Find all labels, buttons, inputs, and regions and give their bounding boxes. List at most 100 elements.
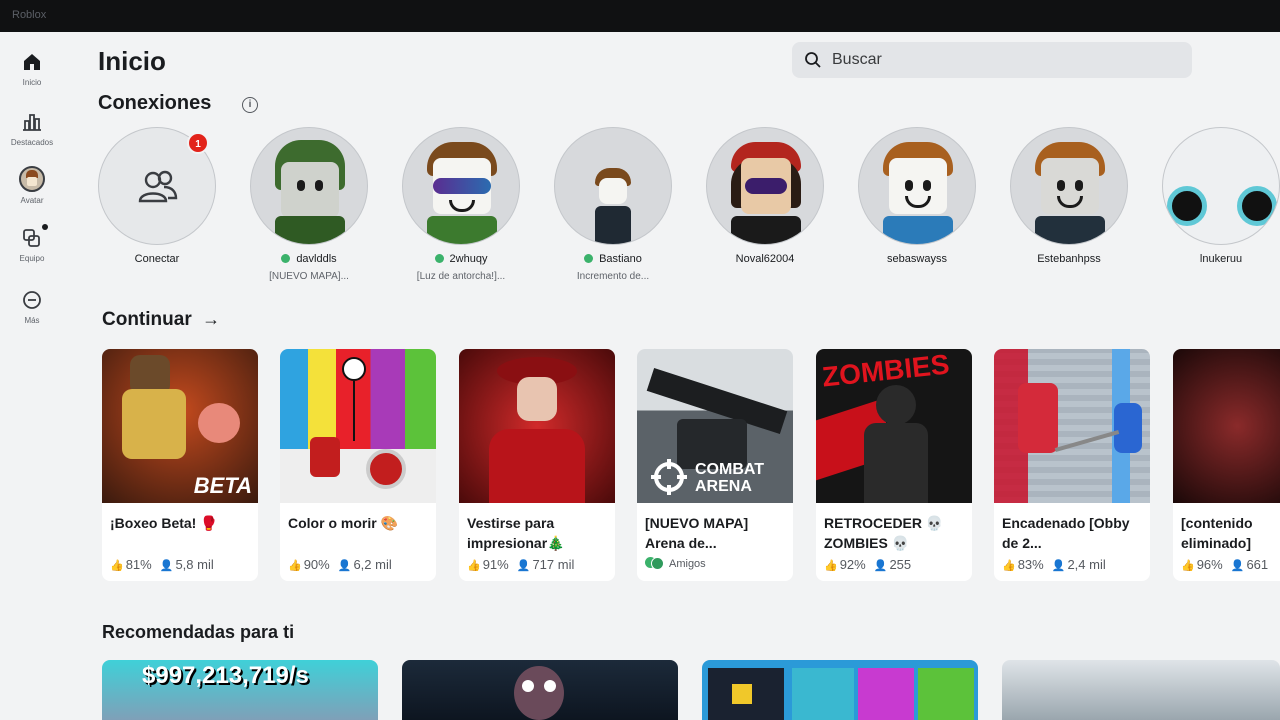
game-rating: 96% (1196, 557, 1223, 572)
nav-item-more[interactable]: Más (0, 288, 64, 325)
game-card[interactable]: BETA ¡Boxeo Beta! 🥊 👍 81% 👤 5,8 mil (102, 349, 258, 581)
search-icon (805, 52, 821, 68)
thumbs-up-icon: 👍 (288, 560, 302, 572)
nav-label: Avatar (20, 196, 44, 205)
players-icon: 👤 (159, 560, 174, 572)
online-indicator (584, 254, 594, 263)
friend-item[interactable]: lnukeruu (1162, 127, 1280, 271)
game-stats: 👍 81% 👤 5,8 mil (110, 557, 214, 572)
home-icon (24, 54, 40, 70)
game-card[interactable]: Color o morir 🎨 👍 90% 👤 6,2 mil (280, 349, 436, 581)
friend-name: lnukeruu (1199, 253, 1243, 265)
more-icon (23, 291, 41, 309)
nav-label: Más (24, 316, 40, 325)
game-card[interactable]: ZOMBIES RETROCEDER 💀 ZOMBIES 💀 👍 92% 👤 255 (816, 349, 972, 581)
continue-header[interactable]: Continuar → (102, 309, 220, 331)
connections-row: 1 Conectar davlddls [NUEVO MAPA]... 2whu… (98, 127, 1280, 297)
friend-name: sebaswayss (887, 253, 947, 265)
game-title: Vestirse para impresionar🎄 (467, 515, 565, 551)
info-icon[interactable]: i (242, 97, 258, 113)
nav-label: Destacados (10, 138, 54, 147)
rec-banner: $997,213,719/s (142, 662, 309, 689)
friend-name: Noval62004 (735, 253, 795, 265)
friend-status: [NUEVO MAPA]... (269, 271, 349, 282)
game-title: [contenido eliminado] (1181, 515, 1253, 551)
nav-item-team[interactable]: Equipo (0, 224, 64, 263)
game-players: 5,8 mil (175, 557, 214, 572)
friend-avatar (706, 127, 824, 245)
players-icon: 👤 (1051, 560, 1066, 572)
notification-dot (42, 224, 48, 230)
connect-label: Conectar (134, 253, 180, 265)
players-icon: 👤 (873, 560, 888, 572)
game-title: ¡Boxeo Beta! 🥊 (110, 515, 218, 531)
nav-label: Equipo (19, 254, 45, 263)
notification-badge: 1 (187, 132, 209, 154)
friend-item[interactable]: Estebanhpss (1010, 127, 1128, 271)
game-stats: Amigos (645, 557, 706, 570)
game-players: 717 mil (532, 557, 575, 572)
friend-item[interactable]: sebaswayss (858, 127, 976, 271)
friend-name: Bastiano (599, 253, 642, 265)
window-title: Roblox (12, 9, 47, 21)
friend-name: Estebanhpss (1037, 253, 1101, 265)
game-thumbnail: COMBAT ARENA (637, 349, 793, 503)
recommended-card[interactable]: $997,213,719/s (102, 660, 378, 720)
friend-name: 2whuqy (449, 253, 488, 265)
game-card[interactable]: Vestirse para impresionar🎄 👍 91% 👤 717 mil (459, 349, 615, 581)
game-title: RETROCEDER 💀 ZOMBIES 💀 (824, 515, 944, 551)
crosshair-icon (651, 459, 687, 495)
friend-item[interactable]: Bastiano Incremento de... (554, 127, 672, 282)
game-title: [NUEVO MAPA] Arena de... (645, 515, 749, 551)
friend-item[interactable]: 2whuqy [Luz de antorcha!]... (402, 127, 520, 282)
recommended-card[interactable] (402, 660, 678, 720)
game-thumbnail: BETA (102, 349, 258, 503)
page-title: Inicio (98, 46, 166, 76)
team-icon (23, 229, 40, 247)
game-players: 2,4 mil (1067, 557, 1106, 572)
continue-games-row: BETA ¡Boxeo Beta! 🥊 👍 81% 👤 5,8 mil Color o… (102, 349, 1280, 585)
friend-item[interactable]: davlddls [NUEVO MAPA]... (250, 127, 368, 282)
game-thumbnail (280, 349, 436, 503)
players-icon: 👤 (337, 560, 352, 572)
continue-title: Continuar (102, 309, 192, 330)
thumb-label: ZOMBIES (820, 349, 951, 393)
search-bar[interactable] (792, 42, 1192, 78)
recommended-card[interactable] (1002, 660, 1280, 720)
friend-name: davlddls (296, 253, 337, 265)
game-stats: 👍 96% 👤 661 (1181, 557, 1268, 572)
game-card[interactable]: [contenido eliminado] 👍 96% 👤 661 (1173, 349, 1280, 581)
game-thumbnail (459, 349, 615, 503)
title-bar: Roblox (0, 0, 1280, 32)
connect-button[interactable]: 1 Conectar (98, 127, 216, 267)
game-card[interactable]: COMBAT ARENA [NUEVO MAPA] Arena de... Am… (637, 349, 793, 581)
friend-avatar (402, 127, 520, 245)
arrow-right-icon: → (202, 309, 221, 329)
game-players: 6,2 mil (353, 557, 392, 572)
friend-status: [Luz de antorcha!]... (416, 271, 506, 282)
game-rating: 92% (839, 557, 866, 572)
friend-item[interactable]: Noval62004 (706, 127, 824, 271)
thumbs-up-icon: 👍 (824, 560, 838, 572)
players-icon: 👤 (1230, 560, 1245, 572)
game-stats: 👍 92% 👤 255 (824, 557, 911, 572)
game-friends-label: Amigos (669, 558, 706, 570)
players-icon: 👤 (516, 560, 531, 572)
game-stats: 👍 90% 👤 6,2 mil (288, 557, 392, 572)
nav-item-avatar[interactable]: Avatar (0, 166, 64, 205)
game-card[interactable]: Encadenado [Obby de 2... 👍 83% 👤 2,4 mil (994, 349, 1150, 581)
thumb-label: BETA (193, 473, 252, 498)
game-rating: 91% (482, 557, 509, 572)
friend-avatar (250, 127, 368, 245)
recommended-card[interactable] (702, 660, 978, 720)
friend-avatar (858, 127, 976, 245)
recommended-row: $997,213,719/s (102, 660, 1280, 720)
thumb-label: COMBAT ARENA (695, 461, 765, 495)
online-indicator (281, 254, 291, 263)
search-input[interactable] (832, 48, 1172, 72)
nav-item-home[interactable]: Inicio (0, 50, 64, 87)
thumbs-up-icon: 👍 (1002, 560, 1016, 572)
nav-item-featured[interactable]: Destacados (0, 110, 64, 147)
friend-status: Incremento de... (576, 271, 650, 282)
sidebar: Inicio Destacados Avatar Equipo Más (0, 32, 64, 720)
